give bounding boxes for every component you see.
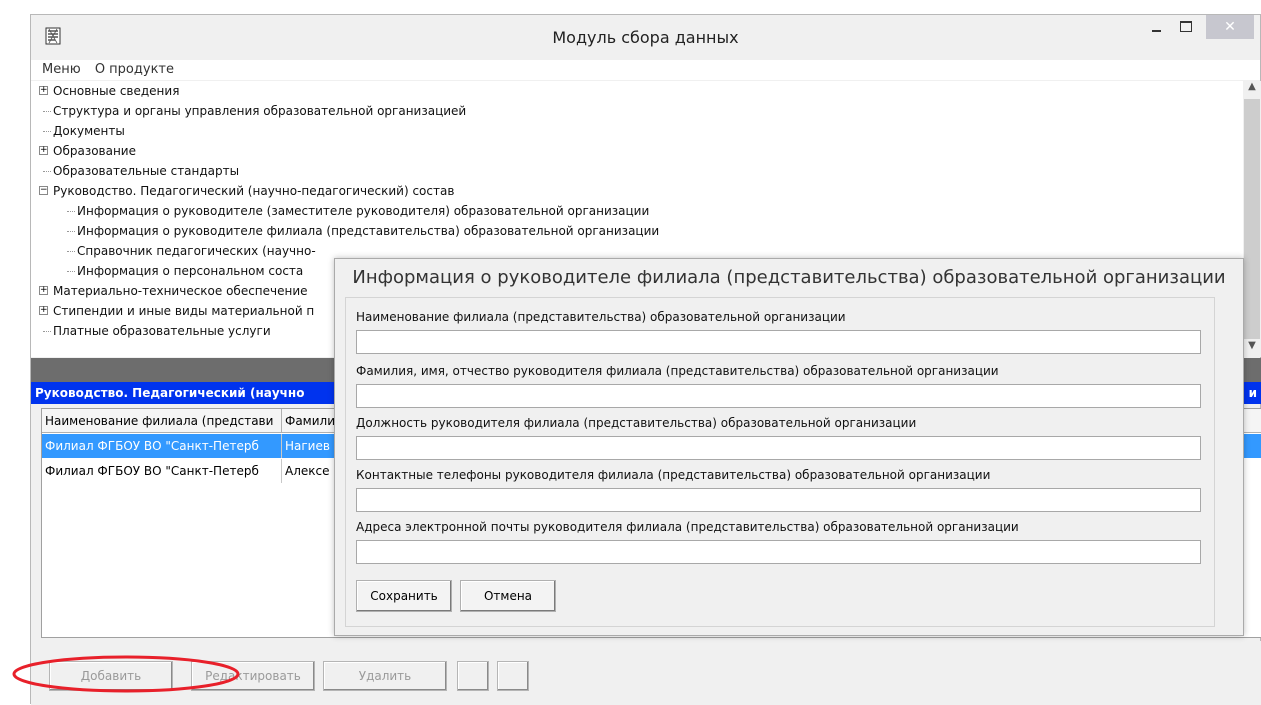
close-button[interactable]: ✕: [1206, 15, 1254, 39]
tree-item[interactable]: + Основные сведения: [39, 81, 180, 101]
tree-item[interactable]: + Образование: [39, 141, 136, 161]
table-cell: Филиал ФГБОУ ВО "Санкт-Петерб: [42, 434, 282, 458]
cancel-button[interactable]: Отмена: [460, 580, 556, 612]
scroll-down-icon[interactable]: ▼: [1243, 340, 1261, 357]
head-fullname-input[interactable]: [356, 384, 1201, 408]
tree-item-label: Информация о персональном соста: [77, 264, 304, 278]
save-button[interactable]: Сохранить: [356, 580, 452, 612]
head-position-input[interactable]: [356, 436, 1201, 460]
section-header-text: Руководство. Педагогический (научно: [35, 386, 305, 400]
branch-name-label: Наименование филиала (представительства)…: [356, 310, 846, 324]
tree-item[interactable]: Информация о персональном соста: [67, 261, 304, 281]
tree-item[interactable]: Структура и органы управления образовате…: [43, 101, 467, 121]
maximize-button[interactable]: [1172, 15, 1200, 39]
expand-icon[interactable]: +: [39, 286, 48, 295]
tree-item-label: Справочник педагогических (научно-: [77, 244, 316, 258]
window-title: Модуль сбора данных: [552, 28, 739, 47]
tree-item-label: Основные сведения: [53, 84, 180, 98]
blank-button-1[interactable]: [457, 661, 489, 691]
branch-name-input[interactable]: [356, 330, 1201, 354]
tree-item-label: Стипендии и иные виды материальной п: [53, 304, 315, 318]
email-input[interactable]: [356, 540, 1201, 564]
tree-item[interactable]: Справочник педагогических (научно-: [67, 241, 316, 261]
tree-item[interactable]: Информация о руководителе филиала (предс…: [67, 221, 660, 241]
dialog-form: Наименование филиала (представительства)…: [345, 297, 1215, 627]
tree-item-label: Структура и органы управления образовате…: [53, 104, 467, 118]
column-header[interactable]: Наименование филиала (представи: [42, 409, 282, 432]
add-button[interactable]: Добавить: [49, 661, 173, 691]
bottom-toolbar: Добавить Редактировать Удалить: [31, 641, 1261, 705]
tree-item-label: Информация о руководителе (заместителе р…: [77, 204, 650, 218]
expand-icon[interactable]: +: [39, 146, 48, 155]
menu-item-about[interactable]: О продукте: [90, 60, 179, 79]
tree-scrollbar[interactable]: ▲ ▼: [1243, 81, 1261, 357]
tree-item[interactable]: Образовательные стандарты: [43, 161, 240, 181]
dialog-title: Информация о руководителе филиала (предс…: [352, 267, 1226, 288]
delete-button[interactable]: Удалить: [323, 661, 447, 691]
menu-item-menu[interactable]: Меню: [37, 60, 86, 79]
tree-item[interactable]: Платные образовательные услуги: [43, 321, 271, 341]
blank-button-2[interactable]: [497, 661, 529, 691]
menu-bar: Меню О продукте: [31, 60, 1260, 80]
tree-item[interactable]: − Руководство. Педагогический (научно-пе…: [39, 181, 455, 201]
collapse-icon[interactable]: −: [39, 186, 48, 195]
tree-item[interactable]: + Материально-техническое обеспечение: [39, 281, 308, 301]
expand-icon[interactable]: +: [39, 306, 48, 315]
contact-phones-label: Контактные телефоны руководителя филиала…: [356, 468, 991, 482]
tree-item-label: Руководство. Педагогический (научно-педа…: [53, 184, 455, 198]
table-cell: Филиал ФГБОУ ВО "Санкт-Петерб: [42, 459, 282, 483]
tree-item-label: Информация о руководителе филиала (предс…: [77, 224, 660, 238]
email-label: Адреса электронной почты руководителя фи…: [356, 520, 1019, 534]
minimize-button[interactable]: [1143, 15, 1171, 39]
head-fullname-label: Фамилия, имя, отчество руководителя фили…: [356, 364, 999, 378]
expand-icon[interactable]: +: [39, 86, 48, 95]
tree-item[interactable]: Документы: [43, 121, 125, 141]
head-position-label: Должность руководителя филиала (представ…: [356, 416, 917, 430]
edit-dialog: Информация о руководителе филиала (предс…: [334, 258, 1244, 636]
tree-item[interactable]: + Стипендии и иные виды материальной п: [39, 301, 315, 321]
tree-item-label: Платные образовательные услуги: [53, 324, 271, 338]
edit-button[interactable]: Редактировать: [191, 661, 315, 691]
tree-item-label: Материально-техническое обеспечение: [53, 284, 308, 298]
tree-item-label: Документы: [53, 124, 125, 138]
close-icon: ✕: [1224, 19, 1236, 35]
contact-phones-input[interactable]: [356, 488, 1201, 512]
scroll-up-icon[interactable]: ▲: [1243, 81, 1261, 98]
scroll-thumb[interactable]: [1244, 99, 1260, 339]
tree-item[interactable]: Информация о руководителе (заместителе р…: [67, 201, 650, 221]
title-bar: Модуль сбора данных ✕: [31, 15, 1260, 59]
section-header-tail: и: [1248, 386, 1257, 400]
tree-item-label: Образование: [53, 144, 136, 158]
tree-item-label: Образовательные стандарты: [53, 164, 240, 178]
